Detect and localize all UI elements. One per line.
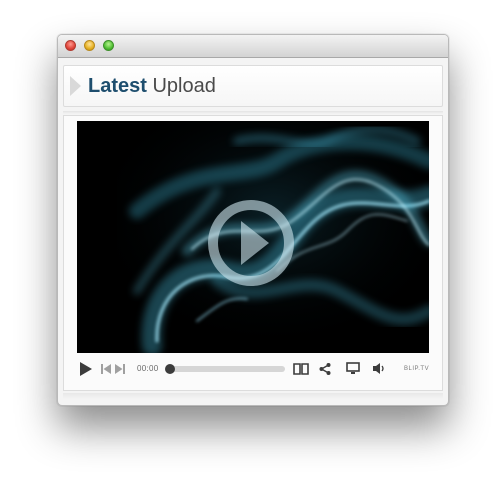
video-player: 00:00 BLIP.TV — [63, 115, 443, 391]
zoom-window-button[interactable] — [103, 40, 114, 51]
title-rest: Upload — [152, 75, 216, 97]
screen-icon[interactable] — [346, 362, 360, 375]
title-bar — [58, 35, 448, 58]
previous-icon[interactable] — [101, 364, 111, 374]
player-controls: 00:00 BLIP.TV — [77, 356, 429, 380]
app-window: Latest Upload 00:00 BLIP.TV — [57, 34, 449, 406]
book-icon[interactable] — [293, 363, 309, 375]
title-strong: Latest — [88, 75, 147, 97]
progress-track[interactable] — [169, 366, 285, 372]
header-divider — [63, 111, 443, 114]
next-icon[interactable] — [115, 364, 125, 374]
brand-logo[interactable]: BLIP.TV — [404, 365, 429, 373]
progress-knob[interactable] — [165, 364, 175, 374]
minimize-window-button[interactable] — [84, 40, 95, 51]
smoke-image — [77, 121, 429, 353]
chevron-right-icon — [70, 76, 81, 96]
volume-icon[interactable] — [372, 362, 386, 375]
video-frame[interactable] — [77, 121, 429, 353]
section-header: Latest Upload — [63, 65, 443, 107]
time-readout: 00:00 — [137, 364, 159, 373]
close-window-button[interactable] — [65, 40, 76, 51]
section-title: Latest Upload — [88, 74, 216, 98]
play-icon[interactable] — [79, 361, 93, 377]
footer-divider — [63, 393, 443, 399]
share-icon[interactable] — [319, 363, 331, 375]
